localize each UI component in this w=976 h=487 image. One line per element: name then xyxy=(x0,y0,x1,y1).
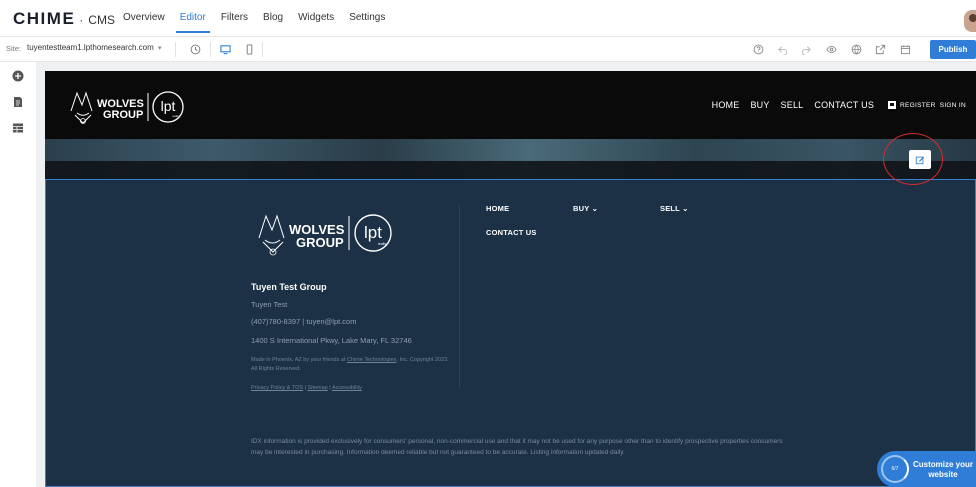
idx-disclaimer: IDX information is provided exclusively … xyxy=(251,438,783,456)
signin-link[interactable]: SIGN IN xyxy=(940,102,966,109)
undo-icon[interactable] xyxy=(773,40,791,58)
toolbar-divider xyxy=(262,42,263,57)
lpt-badge-text: lpt xyxy=(161,98,176,114)
wolves-group-logo[interactable]: WOLVES GROUP lpt realty xyxy=(65,81,215,129)
site-header[interactable]: WOLVES GROUP lpt realty HOME BUY SELL CO… xyxy=(45,71,976,139)
footer-nav-buy[interactable]: BUY ⌄ xyxy=(573,204,598,213)
logo-text-bottom: GROUP xyxy=(103,109,143,121)
chime-link[interactable]: Chime Technologies xyxy=(347,357,396,363)
site-footer[interactable]: WOLVES GROUP lpt realty Tuyen Test Group… xyxy=(45,179,976,487)
privacy-link[interactable]: Privacy Policy & TOS xyxy=(251,385,303,391)
toolbar-divider xyxy=(175,42,176,57)
external-link-icon[interactable] xyxy=(871,40,889,58)
sitemap-link[interactable]: Sitemap xyxy=(308,385,328,391)
header-link-sell[interactable]: SELL xyxy=(781,100,804,110)
footer-nav-sell[interactable]: SELL ⌄ xyxy=(660,204,689,213)
chime-logo: CHIME xyxy=(13,9,76,28)
footer-lpt-sub: realty xyxy=(378,242,387,246)
tab-settings[interactable]: Settings xyxy=(349,0,385,36)
toolbar-divider xyxy=(210,42,211,57)
register-link[interactable]: REGISTER xyxy=(900,102,936,109)
globe-icon[interactable] xyxy=(847,40,865,58)
brand-product: CMS xyxy=(88,13,115,27)
history-icon[interactable] xyxy=(186,40,204,58)
footer-address: 1400 S International Pkwy, Lake Mary, FL… xyxy=(251,336,412,345)
redo-icon[interactable] xyxy=(797,40,815,58)
brand-separator: · xyxy=(79,13,84,27)
edit-section-button[interactable] xyxy=(909,150,931,169)
left-sidebar xyxy=(0,62,36,487)
pages-icon[interactable] xyxy=(12,96,24,108)
header-link-contact[interactable]: CONTACT US xyxy=(814,100,874,110)
site-preview: WOLVES GROUP lpt realty HOME BUY SELL CO… xyxy=(45,71,976,487)
customize-label: Customize your website xyxy=(913,460,974,479)
tab-editor[interactable]: Editor xyxy=(175,0,210,36)
nav-tabs: Overview Editor Filters Blog Widgets Set… xyxy=(123,0,400,36)
mobile-icon[interactable] xyxy=(240,40,258,58)
avatar[interactable] xyxy=(964,10,976,32)
brand[interactable]: CHIME · CMS xyxy=(13,9,115,29)
footer-nav-contact[interactable]: CONTACT US xyxy=(486,228,537,237)
user-icon xyxy=(888,101,897,109)
editor-canvas: WOLVES GROUP lpt realty HOME BUY SELL CO… xyxy=(36,62,976,487)
footer-lpt-badge: lpt xyxy=(364,223,382,242)
footer-logo-bottom: GROUP xyxy=(296,235,344,250)
footer-legal: Made in Phoenix, AZ by your friends at C… xyxy=(251,357,449,372)
site-label: Site: xyxy=(6,44,22,53)
calendar-icon[interactable] xyxy=(896,40,914,58)
help-icon[interactable] xyxy=(749,40,767,58)
add-icon[interactable] xyxy=(12,70,24,82)
customize-website-button[interactable]: 6/7 Customize your website xyxy=(877,451,976,487)
publish-button[interactable]: Publish xyxy=(930,40,976,59)
tab-overview[interactable]: Overview xyxy=(123,0,165,36)
footer-nav-home[interactable]: HOME xyxy=(486,204,509,213)
footer-contact[interactable]: (407)780-8397 | tuyen@lpt.com xyxy=(251,317,356,326)
preview-icon[interactable] xyxy=(822,40,840,58)
footer-agent-name: Tuyen Test xyxy=(251,300,288,309)
editor-toolbar: Site: tuyentestteam1.lpthomesearch.com ▾… xyxy=(0,36,976,62)
header-link-home[interactable]: HOME xyxy=(712,100,740,110)
footer-links: Privacy Policy & TOS | Sitemap | Accessi… xyxy=(251,385,362,391)
footer-team-name: Tuyen Test Group xyxy=(251,282,327,292)
tab-filters[interactable]: Filters xyxy=(221,0,248,36)
tab-blog[interactable]: Blog xyxy=(263,0,283,36)
footer-logo: WOLVES GROUP lpt realty xyxy=(258,214,392,256)
site-selector[interactable]: tuyentestteam1.lpthomesearch.com xyxy=(27,43,154,52)
edit-icon xyxy=(915,156,925,164)
header-link-buy[interactable]: BUY xyxy=(750,100,769,110)
top-nav: CHIME · CMS Overview Editor Filters Blog… xyxy=(0,0,976,36)
footer-divider xyxy=(459,205,460,388)
accessibility-link[interactable]: Accessibility xyxy=(332,385,362,391)
desktop-icon[interactable] xyxy=(216,40,234,58)
lpt-badge-sub: realty xyxy=(172,114,180,118)
chevron-down-icon[interactable]: ▾ xyxy=(158,44,162,52)
layout-icon[interactable] xyxy=(12,122,24,134)
site-header-nav: HOME BUY SELL CONTACT US REGISTER SIGN I… xyxy=(712,100,966,110)
tab-widgets[interactable]: Widgets xyxy=(298,0,334,36)
hero-image-strip xyxy=(45,139,976,179)
progress-count: 6/7 xyxy=(891,466,899,472)
